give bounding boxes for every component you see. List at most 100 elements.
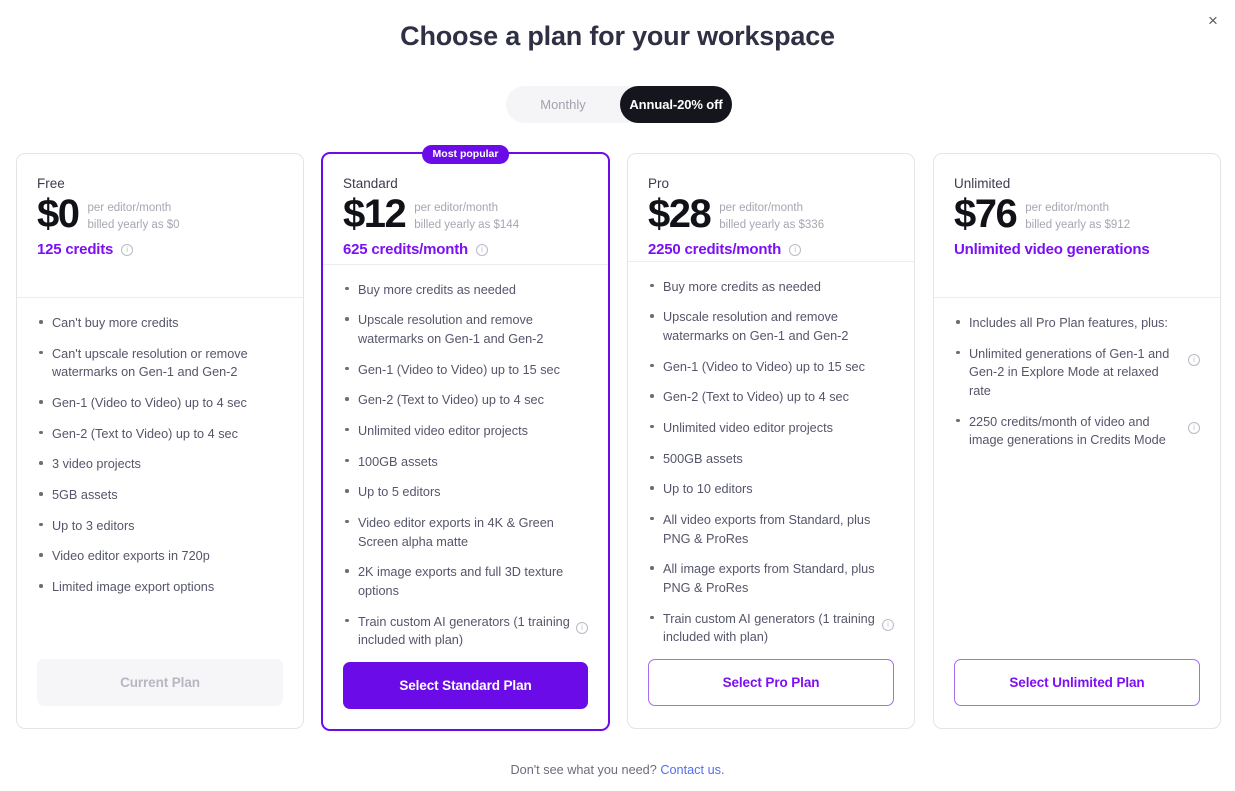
plan-name: Free bbox=[37, 176, 65, 191]
bullet-icon bbox=[345, 489, 349, 493]
footer-help-text: Don't see what you need? Contact us. bbox=[0, 763, 1235, 777]
feature-item: Can't buy more credits bbox=[39, 314, 283, 333]
bullet-icon bbox=[345, 569, 349, 573]
bullet-icon bbox=[345, 397, 349, 401]
plan-cta-button-pro[interactable]: Select Pro Plan bbox=[648, 659, 894, 706]
bullet-icon bbox=[345, 519, 349, 524]
feature-text: Gen-2 (Text to Video) up to 4 sec bbox=[52, 426, 238, 441]
feature-text: Upscale resolution and remove watermarks… bbox=[663, 310, 849, 343]
bullet-icon bbox=[650, 424, 654, 429]
feature-info-icon[interactable]: i bbox=[1188, 353, 1200, 366]
feature-item: Unlimited video editor projects bbox=[345, 422, 588, 441]
feature-item: Unlimited generations of Gen-1 and Gen-2… bbox=[956, 345, 1200, 401]
feature-info-icon[interactable]: i bbox=[882, 618, 894, 631]
bullet-icon bbox=[39, 461, 43, 465]
plan-cta-wrap: Select Standard Plan bbox=[323, 662, 608, 729]
bullet-icon bbox=[956, 320, 960, 324]
feature-text: Buy more credits as needed bbox=[663, 279, 821, 294]
plan-credits-row: Unlimited video generations bbox=[954, 241, 1200, 258]
plan-cta-button-standard[interactable]: Select Standard Plan bbox=[343, 662, 588, 709]
feature-item: Gen-1 (Video to Video) up to 15 sec bbox=[650, 358, 894, 377]
plan-price: $0 bbox=[37, 192, 80, 236]
feature-text: Unlimited generations of Gen-1 and Gen-2… bbox=[969, 346, 1170, 399]
feature-item: Up to 5 editors bbox=[345, 483, 588, 502]
plan-price-detail: per editor/month billed yearly as $912 bbox=[1025, 200, 1130, 235]
feature-info-icon[interactable]: i bbox=[1188, 421, 1200, 434]
bullet-icon bbox=[650, 615, 654, 620]
footer-text-suffix: . bbox=[720, 763, 725, 777]
bullet-icon bbox=[956, 418, 960, 423]
billing-period-toggle[interactable]: Monthly Annual-20% off bbox=[506, 86, 732, 123]
plan-cta-button-free: Current Plan bbox=[37, 659, 283, 706]
feature-item: Can't upscale resolution or remove water… bbox=[39, 345, 283, 382]
feature-item: 500GB assets bbox=[650, 450, 894, 469]
bullet-icon bbox=[650, 516, 654, 521]
plan-name: Unlimited bbox=[954, 176, 1011, 191]
plan-card-free[interactable]: Free $0 per editor/month billed yearly a… bbox=[16, 153, 304, 729]
credits-info-icon[interactable]: i bbox=[475, 243, 488, 256]
feature-text: Upscale resolution and remove watermarks… bbox=[358, 313, 544, 346]
bullet-icon bbox=[345, 366, 349, 371]
toggle-option-annual[interactable]: Annual-20% off bbox=[620, 86, 732, 123]
price-billed-yearly: billed yearly as $144 bbox=[414, 219, 520, 232]
feature-text: 5GB assets bbox=[52, 488, 118, 503]
price-per-editor: per editor/month bbox=[1025, 202, 1109, 214]
feature-item: Train custom AI generators (1 training i… bbox=[345, 613, 588, 650]
feature-text: 2250 credits/month of video and image ge… bbox=[969, 414, 1166, 448]
plan-credits: 625 credits/month bbox=[343, 241, 468, 259]
plan-header-standard: Standard $12 per editor/month billed yea… bbox=[323, 154, 608, 264]
plan-card-pro[interactable]: Pro $28 per editor/month billed yearly a… bbox=[627, 153, 915, 729]
feature-text: 3 video projects bbox=[52, 457, 141, 472]
feature-text: Video editor exports in 720p bbox=[52, 549, 210, 564]
plan-header-unlimited: Unlimited $76 per editor/month billed ye… bbox=[934, 154, 1220, 297]
feature-item: Up to 10 editors bbox=[650, 480, 894, 499]
plan-cta-wrap: Current Plan bbox=[17, 659, 303, 728]
feature-item: Limited image export options bbox=[39, 578, 283, 597]
plan-price: $76 bbox=[954, 192, 1018, 236]
plan-name: Pro bbox=[648, 176, 670, 191]
bullet-icon bbox=[39, 400, 43, 404]
bullet-icon bbox=[650, 394, 654, 398]
plan-feature-list-standard: Buy more credits as needed Upscale resol… bbox=[323, 265, 608, 662]
credits-info-icon[interactable]: i bbox=[121, 243, 134, 256]
plan-cta-button-unlimited[interactable]: Select Unlimited Plan bbox=[954, 659, 1200, 706]
toggle-option-monthly[interactable]: Monthly bbox=[506, 86, 620, 123]
feature-item: Gen-1 (Video to Video) up to 4 sec bbox=[39, 394, 283, 413]
feature-info-icon[interactable]: i bbox=[576, 621, 588, 634]
feature-text: Buy more credits as needed bbox=[358, 282, 516, 297]
feature-item: Gen-2 (Text to Video) up to 4 sec bbox=[39, 425, 283, 444]
feature-item: Gen-2 (Text to Video) up to 4 sec bbox=[650, 388, 894, 407]
plan-card-standard[interactable]: Most popular Standard $12 per editor/mon… bbox=[321, 145, 610, 731]
plan-card-unlimited[interactable]: Unlimited $76 per editor/month billed ye… bbox=[933, 153, 1221, 729]
bullet-icon bbox=[39, 553, 43, 557]
bullet-icon bbox=[345, 458, 349, 463]
feature-text: 500GB assets bbox=[663, 451, 743, 466]
feature-text: Video editor exports in 4K & Green Scree… bbox=[358, 515, 554, 549]
feature-text: Train custom AI generators (1 training i… bbox=[663, 611, 875, 645]
feature-item: Upscale resolution and remove watermarks… bbox=[650, 308, 894, 345]
bullet-icon bbox=[39, 350, 43, 355]
feature-text: Gen-1 (Video to Video) up to 15 sec bbox=[663, 359, 865, 374]
plan-header-pro: Pro $28 per editor/month billed yearly a… bbox=[628, 154, 914, 261]
bullet-icon bbox=[39, 320, 43, 324]
feature-text: Gen-2 (Text to Video) up to 4 sec bbox=[663, 390, 849, 405]
bullet-icon bbox=[345, 286, 349, 291]
feature-item: All image exports from Standard, plus PN… bbox=[650, 560, 894, 597]
plan-price-row: $12 per editor/month billed yearly as $1… bbox=[343, 192, 588, 236]
contact-us-link[interactable]: Contact us bbox=[660, 763, 721, 777]
feature-item: Unlimited video editor projects bbox=[650, 419, 894, 438]
feature-item: Gen-2 (Text to Video) up to 4 sec bbox=[345, 391, 588, 410]
bullet-icon bbox=[39, 584, 43, 588]
feature-item: 3 video projects bbox=[39, 455, 283, 474]
feature-item: 2K image exports and full 3D texture opt… bbox=[345, 563, 588, 600]
feature-item: Train custom AI generators (1 training i… bbox=[650, 610, 894, 647]
credits-info-icon[interactable]: i bbox=[789, 243, 802, 256]
price-per-editor: per editor/month bbox=[719, 202, 803, 214]
bullet-icon bbox=[345, 317, 349, 321]
bullet-icon bbox=[39, 492, 43, 496]
feature-text: Can't upscale resolution or remove water… bbox=[52, 346, 248, 380]
feature-text: Up to 3 editors bbox=[52, 518, 135, 533]
plan-card-list: Free $0 per editor/month billed yearly a… bbox=[0, 145, 1235, 733]
feature-text: Includes all Pro Plan features, plus: bbox=[969, 316, 1168, 330]
plan-name: Standard bbox=[343, 176, 398, 191]
